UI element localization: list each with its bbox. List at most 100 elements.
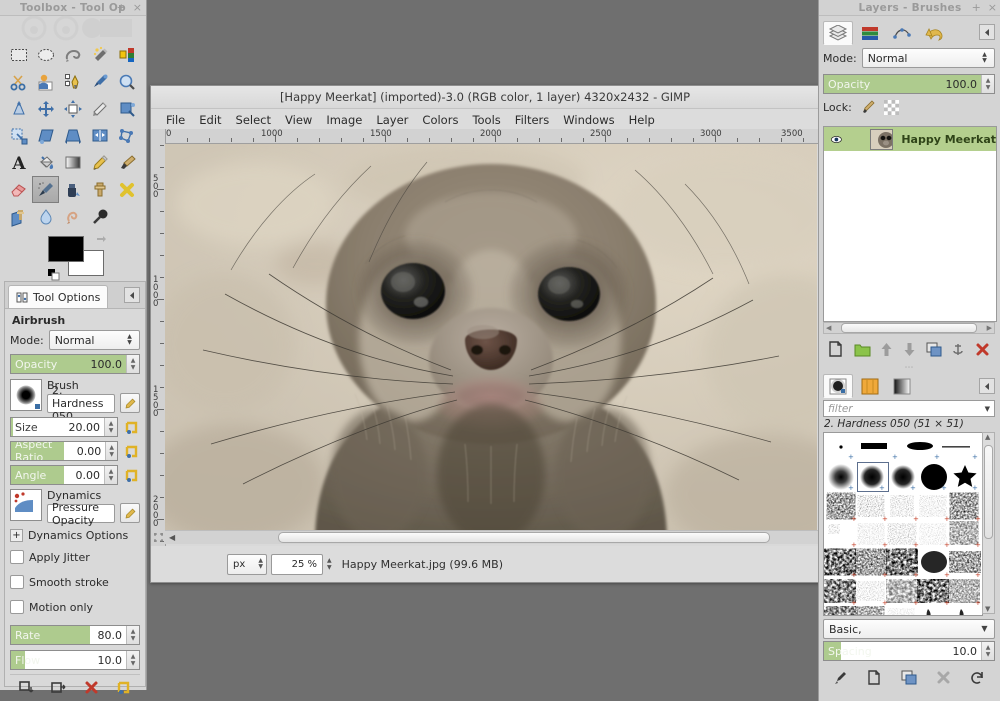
menu-layer[interactable]: Layer: [369, 111, 415, 129]
menu-windows[interactable]: Windows: [556, 111, 621, 129]
layer-list[interactable]: Happy Meerkat: [823, 126, 997, 322]
paths-tab[interactable]: [887, 21, 917, 45]
zoom-tool[interactable]: [113, 68, 140, 95]
quick-mask-button[interactable]: [151, 531, 165, 544]
layer-opacity-slider[interactable]: Opacity 100.0 ▲ ▼: [823, 74, 995, 94]
lock-pixels-icon[interactable]: [860, 99, 876, 115]
menu-file[interactable]: File: [159, 111, 192, 129]
toolbox-close-button[interactable]: ×: [133, 1, 142, 14]
perspective-clone-tool[interactable]: [5, 203, 32, 230]
brushes-menu-button[interactable]: [979, 378, 995, 394]
rect-select-tool[interactable]: [5, 41, 32, 68]
new-layer-group-icon[interactable]: [854, 342, 871, 357]
apply-jitter-checkbox[interactable]: Apply Jitter: [10, 550, 140, 564]
smooth-stroke-checkbox[interactable]: Smooth stroke: [10, 575, 140, 589]
lock-alpha-icon[interactable]: [883, 99, 899, 115]
reset-size-button[interactable]: [123, 419, 140, 436]
dock-separator-grip[interactable]: ⋯: [819, 363, 1000, 373]
blur-sharpen-tool[interactable]: [32, 203, 59, 230]
brush-spacing-slider[interactable]: Spacing 10.0 ▲ ▼: [823, 641, 995, 661]
save-tool-preset-icon[interactable]: [18, 680, 34, 695]
ink-tool[interactable]: [59, 176, 86, 203]
canvas-area[interactable]: [165, 144, 817, 542]
right-dock-close-button[interactable]: ×: [988, 1, 997, 14]
bucket-fill-tool[interactable]: [32, 149, 59, 176]
raise-layer-icon[interactable]: [880, 342, 893, 357]
dynamics-preview[interactable]: [10, 489, 42, 521]
right-dock-add-tab-button[interactable]: +: [972, 1, 981, 14]
angle-slider[interactable]: Angle 0.00 ▲ ▼: [10, 465, 118, 485]
zoom-input[interactable]: 25 %: [271, 553, 323, 575]
flip-tool[interactable]: [86, 122, 113, 149]
canvas-hscrollbar[interactable]: ◀: [165, 530, 819, 544]
brushes-tab[interactable]: [823, 374, 853, 398]
chevron-down-icon[interactable]: ▼: [985, 405, 990, 413]
foreground-select-tool[interactable]: [32, 68, 59, 95]
motion-only-checkbox[interactable]: Motion only: [10, 600, 140, 614]
fuzzy-select-tool[interactable]: [86, 41, 113, 68]
toolbox-add-tab-button[interactable]: +: [117, 1, 126, 14]
reset-angle-button[interactable]: [123, 467, 140, 484]
ellipse-select-tool[interactable]: [32, 41, 59, 68]
brush-grid[interactable]: + + + + + + + + + + + + + + + + + + + + …: [823, 432, 983, 616]
flow-slider[interactable]: Flow 10.0 ▲ ▼: [10, 650, 140, 670]
zoom-stepper[interactable]: ▲ ▼: [327, 557, 332, 571]
heal-tool[interactable]: [113, 176, 140, 203]
delete-layer-icon[interactable]: [975, 342, 990, 357]
rate-slider[interactable]: Rate 80.0 ▲ ▼: [10, 625, 140, 645]
undo-history-tab[interactable]: [919, 21, 949, 45]
layers-menu-button[interactable]: [979, 24, 995, 40]
size-slider[interactable]: Size 20.00 ▲ ▼: [10, 417, 118, 437]
paths-tool[interactable]: [59, 68, 86, 95]
crop-tool[interactable]: [86, 95, 113, 122]
menu-colors[interactable]: Colors: [415, 111, 465, 129]
airbrush-tool[interactable]: [32, 176, 59, 203]
align-tool[interactable]: [59, 95, 86, 122]
layer-visibility-icon[interactable]: [831, 133, 842, 146]
brush-value[interactable]: 2. Hardness 050: [47, 384, 115, 423]
text-tool[interactable]: A: [5, 149, 32, 176]
perspective-tool[interactable]: [59, 122, 86, 149]
menu-filters[interactable]: Filters: [508, 111, 556, 129]
duplicate-layer-icon[interactable]: [926, 342, 942, 357]
gradient-tool[interactable]: [59, 149, 86, 176]
refresh-brushes-icon[interactable]: [970, 670, 985, 685]
menu-select[interactable]: Select: [229, 111, 278, 129]
menu-image[interactable]: Image: [319, 111, 369, 129]
new-brush-icon[interactable]: [867, 669, 882, 685]
menu-view[interactable]: View: [278, 111, 319, 129]
mode-combo[interactable]: Normal ▲ ▼: [48, 330, 140, 350]
delete-brush-icon[interactable]: [936, 670, 951, 685]
rotate-tool[interactable]: [113, 95, 140, 122]
tool-options-menu-button[interactable]: [124, 287, 140, 303]
patterns-tab[interactable]: [855, 374, 885, 398]
dynamics-value[interactable]: Pressure Opacity: [47, 501, 115, 527]
brush-preview[interactable]: [10, 379, 42, 411]
menu-help[interactable]: Help: [622, 111, 662, 129]
unit-selector[interactable]: px ▲ ▼: [227, 553, 267, 575]
cage-transform-tool[interactable]: [113, 122, 140, 149]
move-tool[interactable]: [32, 95, 59, 122]
eraser-tool[interactable]: [5, 176, 32, 203]
edit-dynamics-button[interactable]: [120, 503, 140, 523]
shear-tool[interactable]: [32, 122, 59, 149]
gradients-tab[interactable]: [887, 374, 917, 398]
reset-tool-options-icon[interactable]: [116, 680, 131, 695]
edit-brush-button[interactable]: [120, 393, 140, 413]
layers-tab[interactable]: [823, 21, 853, 45]
clone-tool[interactable]: [86, 176, 113, 203]
vertical-ruler[interactable]: 500 1000 1500 2000: [151, 129, 166, 582]
menu-edit[interactable]: Edit: [192, 111, 228, 129]
horizontal-ruler[interactable]: 0 1000 1500 2000 2500 3000 3500: [151, 129, 819, 144]
scroll-left-arrow-icon[interactable]: ◀: [169, 533, 175, 542]
channels-tab[interactable]: [855, 21, 885, 45]
free-select-tool[interactable]: [59, 41, 86, 68]
opacity-slider[interactable]: Opacity 100.0 ▲ ▼: [10, 354, 140, 374]
reset-aspect-ratio-button[interactable]: [123, 443, 140, 460]
tab-tool-options[interactable]: Tool Options: [8, 285, 109, 308]
right-dock-titlebar[interactable]: Layers - Brushes + ×: [819, 0, 1000, 16]
delete-tool-preset-icon[interactable]: [84, 680, 99, 695]
toolbox-titlebar[interactable]: Toolbox - Tool Op + ×: [0, 0, 146, 16]
anchor-layer-icon[interactable]: [951, 342, 965, 357]
select-by-color-tool[interactable]: [113, 41, 140, 68]
